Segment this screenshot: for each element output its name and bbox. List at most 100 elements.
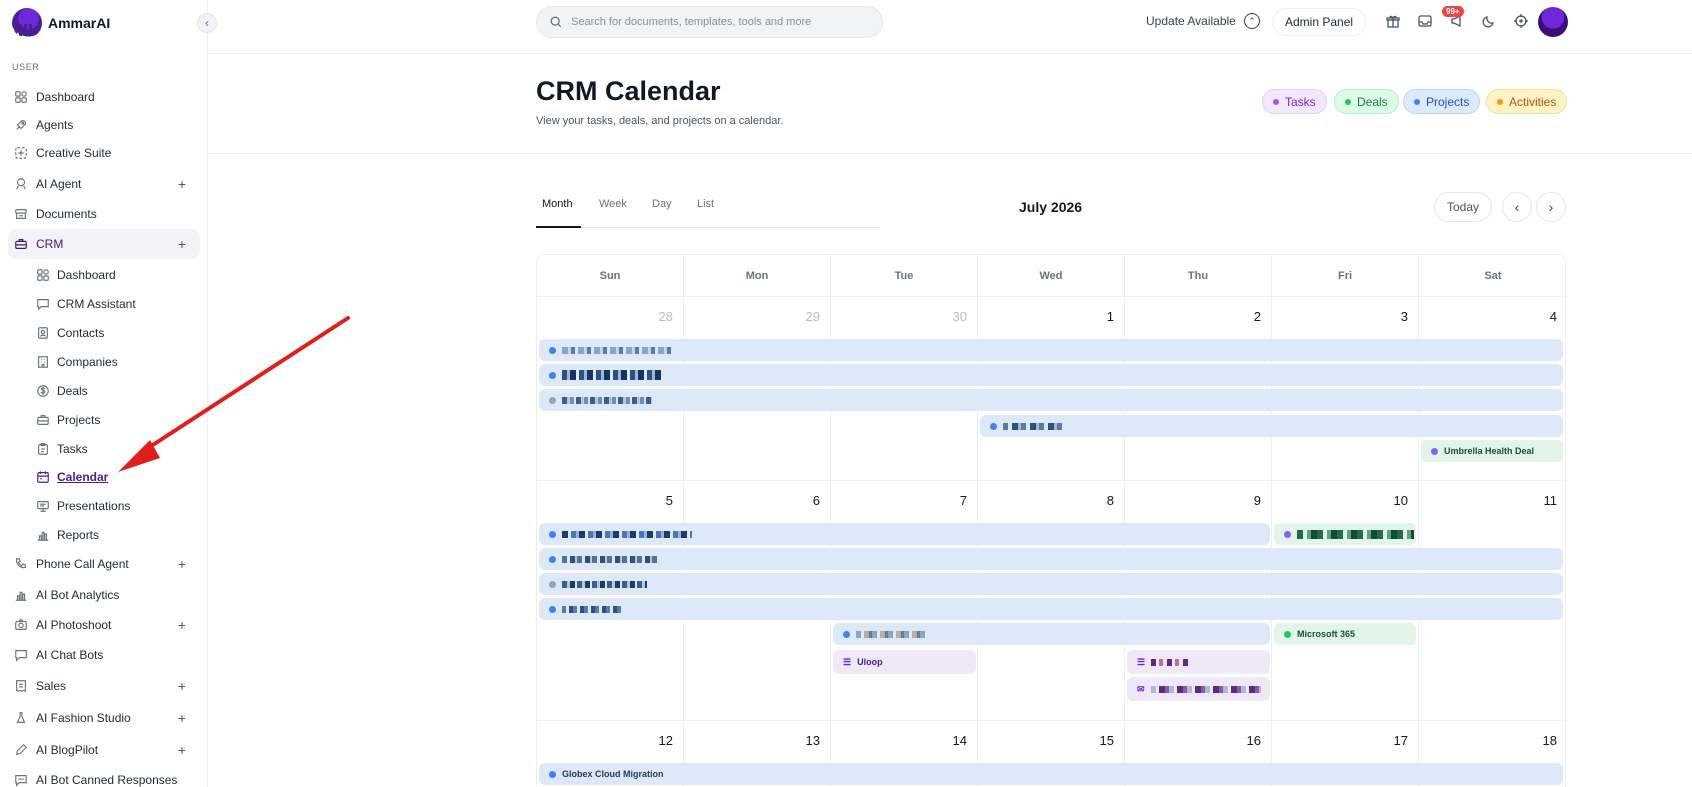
redacted-text — [1297, 529, 1414, 539]
crm-sub-projects[interactable]: Projects — [28, 408, 200, 432]
gift-icon[interactable] — [1384, 12, 1402, 30]
crm-sub-contacts[interactable]: Contacts — [28, 321, 200, 345]
user-avatar[interactable] — [1538, 7, 1568, 37]
legend-dot — [1345, 98, 1351, 105]
search-box[interactable] — [536, 6, 883, 38]
crm-sub-calendar[interactable]: Calendar — [28, 465, 200, 489]
tab-day[interactable]: Day — [652, 198, 672, 210]
calendar-event-project[interactable] — [980, 415, 1563, 437]
legend-label: Deals — [1357, 94, 1388, 109]
calendar-event-activity[interactable]: ✉ — [1127, 677, 1270, 701]
brand[interactable]: AmmarAI — [12, 8, 110, 38]
crm-sub-label: CRM Assistant — [57, 297, 136, 311]
expand-plus-icon[interactable]: + — [178, 236, 186, 252]
crm-sub-deals[interactable]: Deals — [28, 379, 200, 403]
sidebar-item-documents[interactable]: Documents — [8, 200, 200, 228]
redacted-text — [562, 580, 647, 588]
event-title: Globex Cloud Migration — [562, 769, 664, 779]
crm-sub-assistant[interactable]: CRM Assistant — [28, 292, 200, 316]
tab-list[interactable]: List — [697, 198, 714, 210]
sidebar-item-ai-photoshoot[interactable]: AI Photoshoot + — [8, 611, 200, 639]
sidebar-item-phone-call-agent[interactable]: Phone Call Agent + — [8, 550, 200, 578]
sidebar-item-dashboard[interactable]: Dashboard — [8, 83, 200, 111]
sidebar-item-ai-fashion-studio[interactable]: AI Fashion Studio + — [8, 704, 200, 732]
briefcase-icon — [36, 413, 50, 427]
calendar-event-project[interactable] — [539, 548, 1563, 570]
calendar-event-project[interactable] — [833, 623, 1270, 645]
calendar-event-deal[interactable]: Microsoft 365 — [1274, 623, 1416, 645]
day-number: 13 — [805, 733, 820, 748]
update-available[interactable]: Update Available ⌃ — [1146, 13, 1260, 29]
calendar-event-task[interactable]: ☰ Uloop — [833, 650, 976, 674]
page-subtitle: View your tasks, deals, and projects on … — [536, 115, 784, 127]
expand-plus-icon[interactable]: + — [178, 678, 186, 694]
sidebar-item-crm[interactable]: CRM + — [8, 229, 200, 259]
sidebar-item-ai-chat-bots[interactable]: AI Chat Bots — [8, 641, 200, 669]
event-title: Umbrella Health Deal — [1444, 446, 1535, 456]
calendar-event-project[interactable]: Globex Cloud Migration — [539, 763, 1563, 785]
view-tabs: Month Week Day List — [536, 196, 880, 228]
chart-icon — [36, 528, 50, 542]
calendar-event-project[interactable] — [539, 598, 1563, 620]
legend-tasks[interactable]: Tasks — [1262, 89, 1327, 114]
arrow-up-circle-icon: ⌃ — [1243, 13, 1260, 29]
legend-deals[interactable]: Deals — [1334, 89, 1399, 114]
next-month-button[interactable]: › — [1536, 192, 1566, 222]
legend-projects[interactable]: Projects — [1403, 89, 1481, 114]
mail-icon: ✉ — [1137, 683, 1145, 694]
tab-week[interactable]: Week — [599, 198, 627, 210]
crm-sub-presentations[interactable]: Presentations — [28, 494, 200, 518]
crm-sub-companies[interactable]: Companies — [28, 350, 200, 374]
search-input[interactable] — [571, 16, 871, 28]
day-number: 29 — [805, 309, 820, 324]
today-button[interactable]: Today — [1434, 192, 1492, 222]
expand-plus-icon[interactable]: + — [178, 710, 186, 726]
crm-sub-label: Contacts — [57, 326, 105, 340]
sidebar-item-ai-agent[interactable]: AI Agent + — [8, 170, 200, 198]
crm-sub-dashboard[interactable]: Dashboard — [28, 263, 200, 287]
sidebar-item-ai-bot-analytics[interactable]: AI Bot Analytics — [8, 581, 200, 609]
calendar-event-deal[interactable] — [1274, 523, 1416, 545]
calendar-event-project[interactable] — [539, 523, 1270, 545]
prev-month-button[interactable]: ‹ — [1502, 192, 1532, 222]
crm-sub-label: Companies — [57, 355, 118, 369]
sidebar-item-label: Dashboard — [36, 90, 95, 104]
inbox-icon[interactable] — [1416, 12, 1434, 30]
sidebar-item-creative-suite[interactable]: Creative Suite — [8, 139, 200, 167]
expand-plus-icon[interactable]: + — [178, 742, 186, 758]
event-dot — [1284, 630, 1291, 638]
moon-icon[interactable] — [1480, 12, 1498, 30]
calendar-event-deal[interactable]: Umbrella Health Deal — [1421, 440, 1563, 462]
expand-plus-icon[interactable]: + — [178, 176, 186, 192]
calendar-event-project[interactable] — [539, 573, 1563, 595]
event-dot — [1431, 447, 1438, 455]
sidebar-item-label: Sales — [36, 679, 67, 693]
sidebar-item-agents[interactable]: Agents — [8, 111, 200, 139]
legend-activities[interactable]: Activities — [1486, 89, 1568, 114]
expand-plus-icon[interactable]: + — [178, 617, 186, 633]
expand-plus-icon[interactable]: + — [178, 556, 186, 572]
event-dot — [1284, 530, 1291, 538]
day-number: 15 — [1099, 733, 1114, 748]
tab-month[interactable]: Month — [542, 198, 573, 210]
day-number: 18 — [1542, 733, 1557, 748]
event-dot — [549, 605, 556, 613]
sidebar-item-ai-blogpilot[interactable]: AI BlogPilot + — [8, 736, 200, 764]
weekday-mon: Mon — [684, 255, 831, 297]
calendar-event-project[interactable] — [539, 389, 1563, 411]
sidebar-item-label: Documents — [36, 207, 97, 221]
sidebar-item-label: AI Bot Canned Responses — [36, 773, 178, 787]
sidebar-item-label: AI Photoshoot — [36, 618, 112, 632]
crosshair-icon[interactable] — [1512, 12, 1530, 30]
crm-sub-tasks[interactable]: Tasks — [28, 437, 200, 461]
event-dot — [549, 770, 556, 778]
legend-dot — [1497, 98, 1503, 105]
sidebar-item-ai-bot-canned-responses[interactable]: AI Bot Canned Responses — [8, 766, 200, 787]
crm-sub-reports[interactable]: Reports — [28, 523, 200, 547]
admin-panel-button[interactable]: Admin Panel — [1272, 8, 1367, 36]
calendar-event-project[interactable] — [539, 339, 1563, 361]
calendar-event-task[interactable]: ☰ — [1127, 650, 1270, 674]
event-dot — [549, 346, 556, 354]
calendar-event-project[interactable] — [539, 364, 1563, 386]
sidebar-item-sales[interactable]: Sales + — [8, 672, 200, 700]
